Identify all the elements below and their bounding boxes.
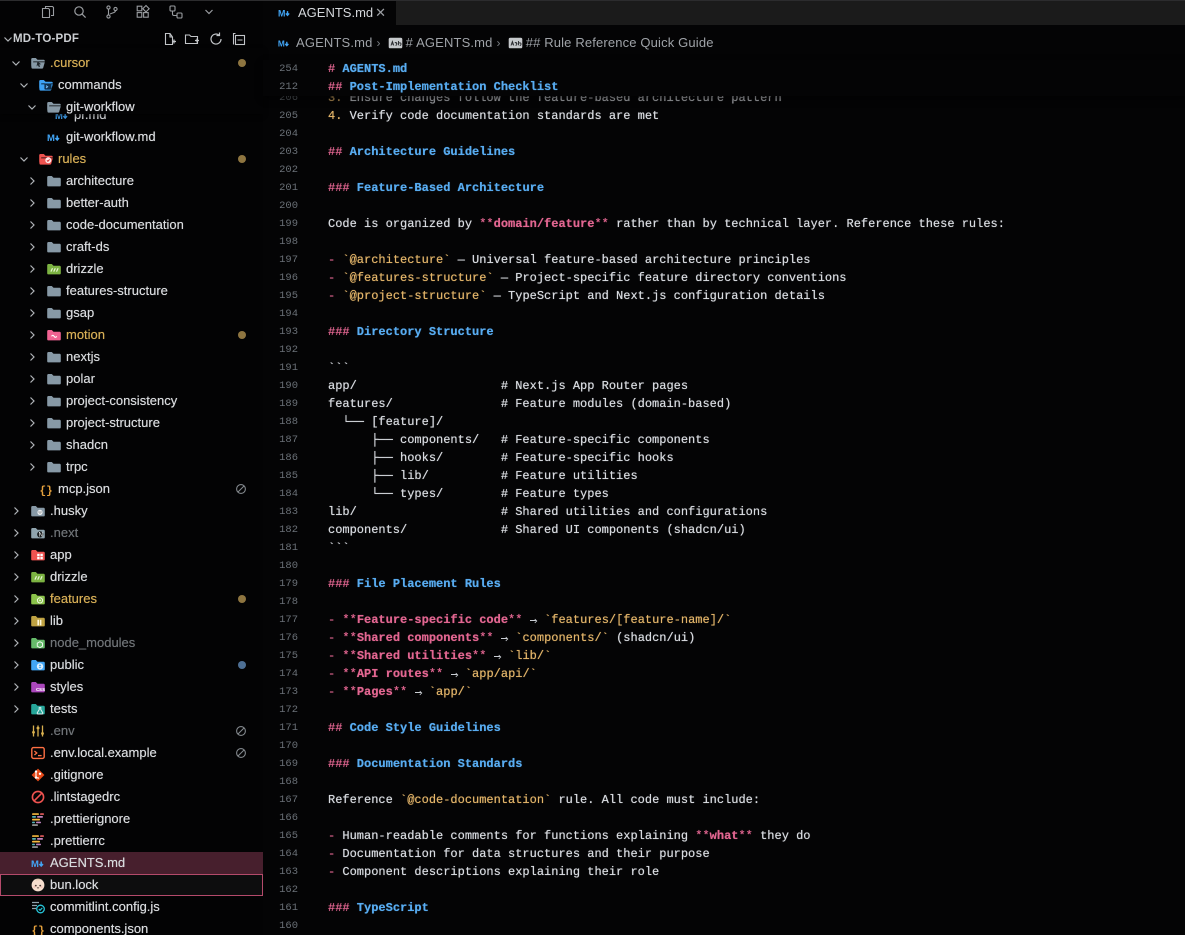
svg-text:M: M: [47, 133, 55, 144]
svg-text:N: N: [39, 533, 43, 539]
svg-text:css: css: [36, 687, 45, 693]
svg-text:{}: {}: [32, 926, 45, 935]
svg-text:M: M: [278, 8, 285, 18]
svg-text:{}: {}: [40, 486, 53, 498]
svg-text:M: M: [31, 859, 39, 870]
svg-text:M: M: [278, 39, 285, 49]
